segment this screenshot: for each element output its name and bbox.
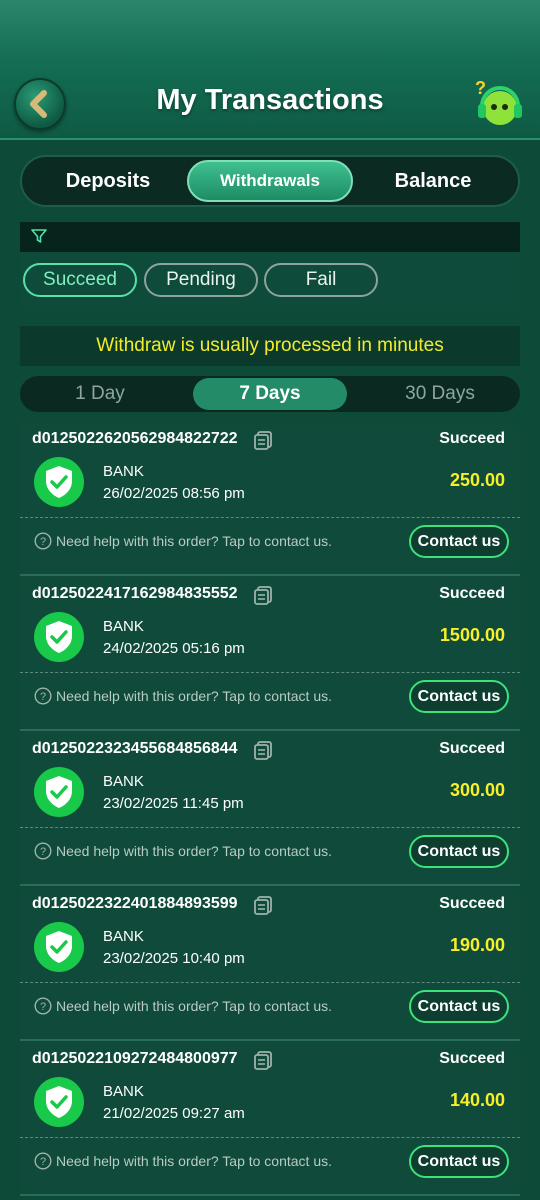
filter-icon[interactable]	[31, 228, 47, 244]
status-filter: Succeed Pending Fail	[20, 252, 520, 310]
help-text[interactable]: Need help with this order? Tap to contac…	[56, 688, 332, 704]
svg-text:?: ?	[40, 536, 46, 548]
dashed-divider	[20, 672, 520, 673]
contact-us-button[interactable]: Contact us	[409, 990, 509, 1023]
transaction-status: Succeed	[439, 585, 505, 602]
payment-method: BANK	[103, 618, 144, 635]
transaction-amount: 250.00	[449, 470, 505, 490]
shield-check-icon	[34, 767, 84, 817]
transaction-card: d0125022322401884893599 Succeed BANK 23/…	[20, 887, 520, 1041]
tab-deposits[interactable]: Deposits	[25, 160, 191, 202]
card-separator	[20, 1194, 520, 1196]
dashed-divider	[20, 517, 520, 518]
day-range-tabs: 1 Day 7 Days 30 Days	[20, 376, 520, 412]
help-text[interactable]: Need help with this order? Tap to contac…	[56, 533, 332, 549]
question-circle-icon: ?	[34, 842, 52, 860]
dashed-divider	[20, 1137, 520, 1138]
transaction-id: d0125022620562984822722	[32, 430, 238, 447]
status-tab-fail[interactable]: Fail	[264, 263, 378, 297]
contact-us-button[interactable]: Contact us	[409, 1145, 509, 1178]
contact-us-button[interactable]: Contact us	[409, 680, 509, 713]
transaction-time: 23/02/2025 10:40 pm	[103, 950, 245, 967]
transaction-card: d0125022109272484800977 Succeed BANK 21/…	[20, 1042, 520, 1196]
transaction-status: Succeed	[439, 740, 505, 757]
transaction-id: d0125022322401884893599	[32, 895, 238, 912]
question-circle-icon: ?	[34, 532, 52, 550]
transaction-time: 23/02/2025 11:45 pm	[103, 795, 244, 812]
shield-check-icon	[34, 1077, 84, 1127]
transaction-id: d0125022417162984835552	[32, 585, 238, 602]
transaction-status: Succeed	[439, 895, 505, 912]
transaction-status: Succeed	[439, 1050, 505, 1067]
transaction-time: 26/02/2025 08:56 pm	[103, 485, 245, 502]
transaction-status: Succeed	[439, 430, 505, 447]
card-separator	[20, 729, 520, 731]
transaction-id: d0125022109272484800977	[32, 1050, 238, 1067]
help-text[interactable]: Need help with this order? Tap to contac…	[56, 843, 332, 859]
tab-balance[interactable]: Balance	[350, 160, 516, 202]
svg-text:?: ?	[40, 1156, 46, 1168]
tab-7-days[interactable]: 7 Days	[193, 378, 347, 410]
question-circle-icon: ?	[34, 1152, 52, 1170]
app-header: My Transactions ?	[0, 0, 540, 140]
transaction-card: d0125022620562984822722 Succeed BANK 26/…	[20, 422, 520, 576]
svg-text:?: ?	[40, 1001, 46, 1013]
copy-icon[interactable]	[252, 429, 274, 451]
copy-icon[interactable]	[252, 584, 274, 606]
contact-us-button[interactable]: Contact us	[409, 835, 509, 868]
filter-bar	[20, 222, 520, 252]
tab-30-days[interactable]: 30 Days	[363, 378, 517, 410]
copy-icon[interactable]	[252, 894, 274, 916]
question-circle-icon: ?	[34, 687, 52, 705]
status-tab-succeed[interactable]: Succeed	[23, 263, 137, 297]
transaction-time: 21/02/2025 09:27 am	[103, 1105, 245, 1122]
payment-method: BANK	[103, 1083, 144, 1100]
tab-withdrawals[interactable]: Withdrawals	[187, 160, 353, 202]
transaction-time: 24/02/2025 05:16 pm	[103, 640, 245, 657]
question-circle-icon: ?	[34, 997, 52, 1015]
transaction-amount: 190.00	[449, 935, 505, 955]
copy-icon[interactable]	[252, 1049, 274, 1071]
svg-text:?: ?	[40, 846, 46, 858]
dashed-divider	[20, 827, 520, 828]
card-separator	[20, 574, 520, 576]
main-tab-bar: Deposits Withdrawals Balance	[20, 155, 520, 207]
transaction-list: d0125022620562984822722 Succeed BANK 26/…	[20, 422, 520, 1197]
page-title: My Transactions	[156, 84, 384, 116]
svg-text:?: ?	[40, 691, 46, 703]
dashed-divider	[20, 982, 520, 983]
transaction-id: d0125022323455684856844	[32, 740, 238, 757]
help-mascot-icon[interactable]: ?	[470, 74, 528, 132]
transaction-amount: 300.00	[449, 780, 505, 800]
contact-us-button[interactable]: Contact us	[409, 525, 509, 558]
transaction-amount: 1500.00	[439, 625, 505, 645]
status-tab-pending[interactable]: Pending	[144, 263, 258, 297]
card-separator	[20, 1039, 520, 1041]
shield-check-icon	[34, 922, 84, 972]
payment-method: BANK	[103, 773, 144, 790]
transaction-card: d0125022323455684856844 Succeed BANK 23/…	[20, 732, 520, 886]
card-separator	[20, 884, 520, 886]
payment-method: BANK	[103, 463, 144, 480]
processing-notice: Withdraw is usually processed in minutes	[20, 326, 520, 366]
svg-text:?: ?	[475, 78, 486, 98]
copy-icon[interactable]	[252, 739, 274, 761]
help-text[interactable]: Need help with this order? Tap to contac…	[56, 1153, 332, 1169]
payment-method: BANK	[103, 928, 144, 945]
header-sheen	[0, 0, 540, 60]
shield-check-icon	[34, 612, 84, 662]
shield-check-icon	[34, 457, 84, 507]
tab-1-day[interactable]: 1 Day	[23, 378, 177, 410]
help-text[interactable]: Need help with this order? Tap to contac…	[56, 998, 332, 1014]
transaction-card: d0125022417162984835552 Succeed BANK 24/…	[20, 577, 520, 731]
transaction-amount: 140.00	[449, 1090, 505, 1110]
